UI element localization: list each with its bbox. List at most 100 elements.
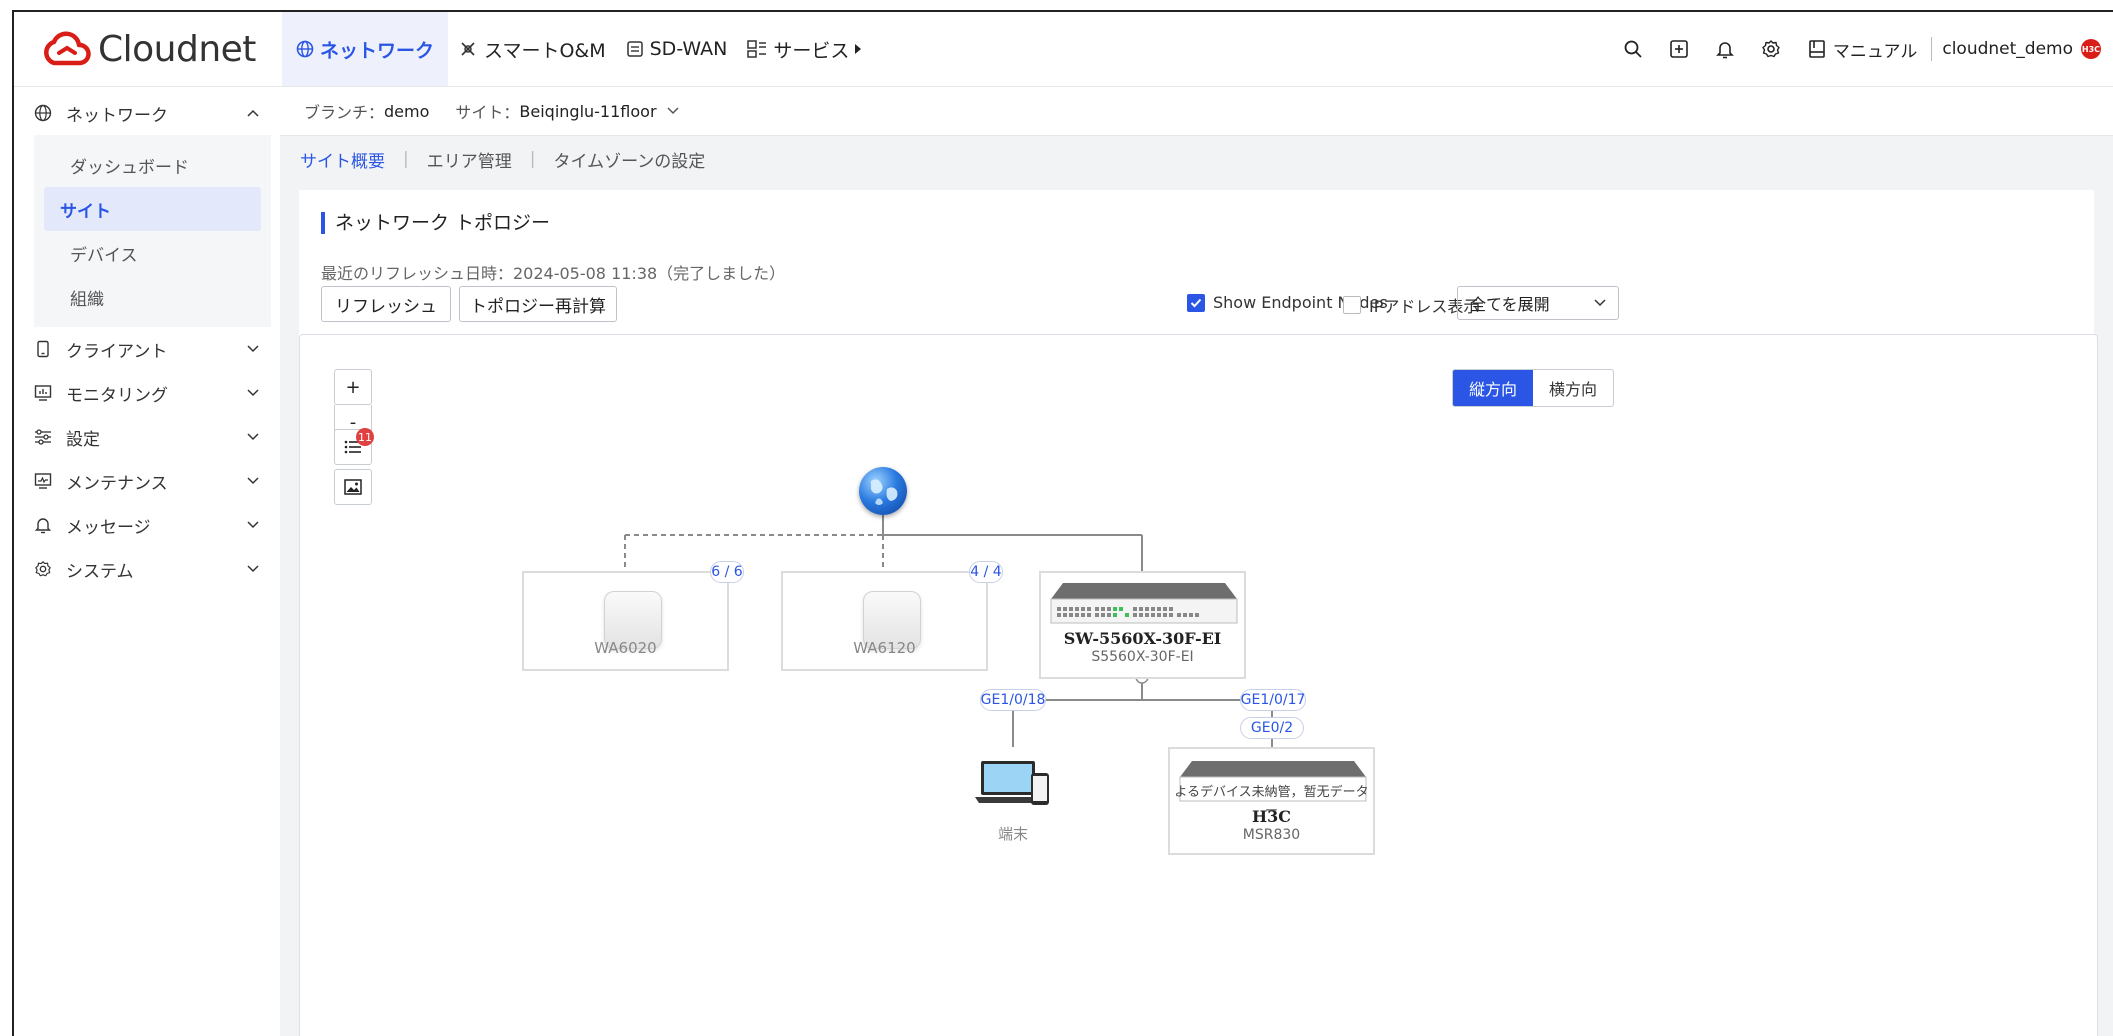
chevron-down-icon [247, 565, 259, 573]
top-right-tools: マニュアル cloudnet_demo H3C [1610, 12, 2101, 86]
client-count-badge: 6 / 6 [710, 561, 744, 583]
sidebar-group-network[interactable]: ネットワーク [14, 91, 279, 135]
topnav-smart-om[interactable]: スマートO&M [448, 12, 616, 86]
main-area: ブランチ： demo サイト： Beiqinglu-11floor サイト概要 … [280, 87, 2113, 1036]
search-icon [1624, 40, 1642, 58]
topnav-network-label: ネットワーク [320, 39, 435, 62]
sidebar-group-monitoring[interactable]: モニタリング [14, 371, 279, 415]
laptop-phone-icon [975, 761, 1049, 805]
sidebar-item-dashboard[interactable]: ダッシュボード [44, 143, 261, 187]
chevron-down-icon [1594, 299, 1606, 307]
internet-node[interactable] [859, 467, 907, 515]
add-button[interactable] [1669, 39, 1689, 59]
chevron-down-icon[interactable] [667, 107, 679, 115]
sidebar-item-device[interactable]: デバイス [44, 231, 261, 275]
divider [1931, 37, 1933, 61]
ap-node-wa6020[interactable]: WA6020 [522, 571, 729, 671]
topnav-smart-om-label: スマートO&M [484, 39, 606, 62]
plus-square-icon [1670, 40, 1688, 58]
gear-icon [35, 561, 51, 577]
notification-button[interactable] [1715, 39, 1735, 59]
node-name: 端末 [997, 825, 1028, 843]
tab-area-management[interactable]: エリア管理 [427, 147, 512, 172]
tab-divider: | [529, 149, 536, 169]
sidebar-group-system[interactable]: システム [14, 547, 279, 591]
sidebar-item-label: デバイス [70, 245, 138, 266]
gear-icon [1762, 40, 1780, 58]
expand-select-value: 全てを展開 [1470, 295, 1550, 314]
node-name: WA6020 [594, 639, 657, 657]
top-nav: ネットワーク スマートO&M SD-WAN サービス [282, 12, 873, 86]
topnav-sdwan-label: SD-WAN [649, 38, 728, 60]
globe-icon [296, 40, 314, 58]
checkbox-checked-icon [1187, 293, 1205, 312]
maintenance-icon [34, 473, 52, 489]
grid-icon [747, 40, 767, 58]
refresh-button[interactable]: リフレッシュ [321, 286, 451, 322]
site-label: サイト： [455, 103, 520, 122]
sidebar-item-organization[interactable]: 組織 [44, 275, 261, 319]
sliders-icon [35, 429, 51, 445]
sidebar-group-label: ネットワーク [66, 105, 168, 126]
sidebar: ネットワーク ダッシュボード サイト デバイス 組織 クライアント モニタリング… [14, 87, 279, 1036]
switch-node[interactable]: SW-5560X-30F-EI S5560X-30F-EI [1039, 571, 1246, 679]
logo[interactable]: Cloudnet [42, 24, 256, 74]
recalc-topology-button[interactable]: トポロジー再計算 [459, 286, 617, 322]
monitor-icon [34, 385, 52, 401]
book-icon [1809, 40, 1825, 58]
refresh-info: 最近のリフレッシュ日時：2024-05-08 11:38（完了しました） [321, 264, 786, 283]
sidebar-group-message[interactable]: メッセージ [14, 503, 279, 547]
node-name: H3C [1252, 807, 1291, 826]
endpoint-node[interactable]: 端末 [963, 747, 1063, 843]
topnav-sdwan[interactable]: SD-WAN [616, 12, 738, 86]
caret-right-icon [855, 44, 862, 54]
node-model: MSR830 [1242, 827, 1301, 843]
ap-node-wa6120[interactable]: WA6120 [781, 571, 988, 671]
tab-timezone-settings[interactable]: タイムゾーンの設定 [553, 147, 705, 172]
topology-canvas[interactable]: + - 11 縦方向 横方向 WA6020 6 / 6 WA6120 4 / 4… [299, 334, 2098, 1036]
manual-label: マニュアル [1832, 41, 1918, 62]
chevron-down-icon [247, 389, 259, 397]
chevron-down-icon [247, 477, 259, 485]
username[interactable]: cloudnet_demo [1942, 39, 2073, 59]
router-node[interactable]: よるデバイス未納管，暂无データー H3C MSR830 [1168, 747, 1375, 855]
globe-icon [34, 104, 52, 122]
branch-label: ブランチ： [304, 103, 385, 122]
chevron-down-icon [247, 345, 259, 353]
avatar[interactable]: H3C [2081, 39, 2101, 59]
branch-bar: ブランチ： demo サイト： Beiqinglu-11floor [280, 87, 2113, 136]
site-selector[interactable]: Beiqinglu-11floor [519, 102, 656, 121]
topnav-network[interactable]: ネットワーク [282, 12, 449, 86]
topnav-service[interactable]: サービス [737, 12, 873, 86]
sidebar-network-submenu: ダッシュボード サイト デバイス 組織 [34, 135, 271, 327]
sidebar-group-maintenance[interactable]: メンテナンス [14, 459, 279, 503]
sidebar-item-site[interactable]: サイト [44, 187, 261, 231]
sidebar-group-client[interactable]: クライアント [14, 327, 279, 371]
sidebar-item-label: ダッシュボード [70, 157, 189, 178]
bell-icon [1715, 42, 1734, 59]
page-title: ネットワーク トポロジー [321, 212, 550, 234]
sidebar-group-label: 設定 [66, 429, 100, 450]
topology-panel: ネットワーク トポロジー 最近のリフレッシュ日時：2024-05-08 11:3… [299, 190, 2098, 1036]
chevron-down-icon [247, 433, 259, 441]
search-button[interactable] [1623, 39, 1643, 59]
app-window: Cloudnet ネットワーク スマートO&M SD-WAN サービス マニュア… [12, 10, 2113, 1036]
client-icon [37, 340, 49, 358]
sparkle-icon [461, 42, 475, 56]
node-name: WA6120 [853, 639, 916, 657]
branch-value[interactable]: demo [384, 102, 429, 121]
sidebar-group-label: モニタリング [66, 385, 168, 406]
expand-select[interactable]: 全てを展開 [1457, 286, 1619, 320]
topnav-service-label: サービス [773, 39, 850, 62]
globe-icon [871, 479, 898, 505]
topology-links [624, 515, 1273, 747]
sidebar-group-label: クライアント [66, 341, 168, 362]
client-count-badge: 4 / 4 [969, 561, 1003, 583]
node-name: SW-5560X-30F-EI [1063, 629, 1222, 648]
tab-site-overview[interactable]: サイト概要 [300, 147, 385, 172]
sidebar-group-settings[interactable]: 設定 [14, 415, 279, 459]
manual-link[interactable]: マニュアル [1807, 37, 1918, 62]
settings-button[interactable] [1761, 39, 1781, 59]
logo-text: Cloudnet [98, 28, 256, 70]
chevron-down-icon [247, 521, 259, 529]
